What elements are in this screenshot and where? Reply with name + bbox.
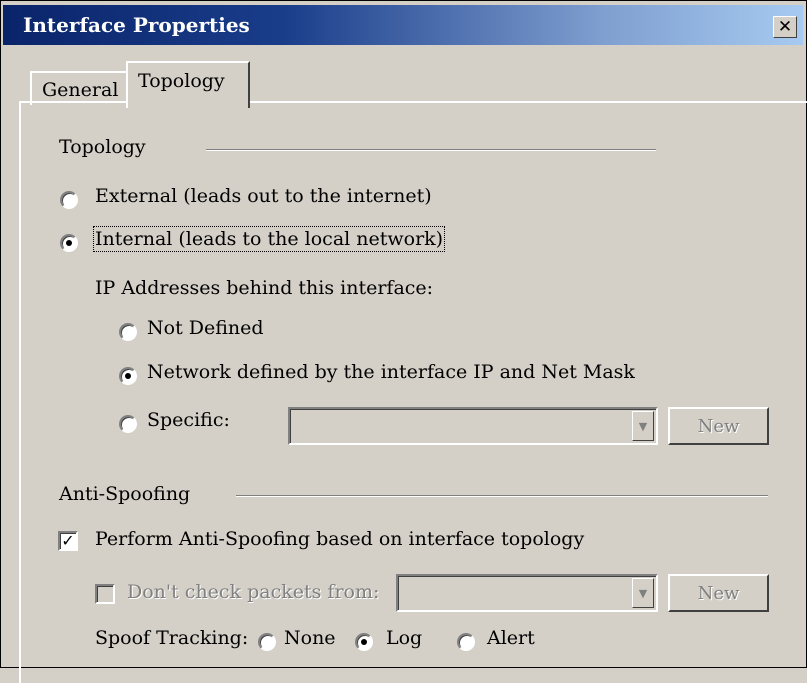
chevron-down-icon[interactable]: ▼: [632, 578, 654, 608]
tab-general-label: General: [42, 79, 119, 101]
tab-topology-label: Topology: [138, 70, 225, 92]
close-icon: ✕: [777, 16, 793, 37]
spoof-tracking-log-radio[interactable]: [355, 633, 373, 651]
not-defined-radio[interactable]: [119, 323, 137, 341]
internal-radio-label[interactable]: Internal (leads to the local network): [92, 226, 446, 252]
anti-spoofing-group-label: Anti-Spoofing: [59, 483, 191, 505]
topology-group-divider: [206, 149, 656, 151]
perform-anti-spoofing-checkbox[interactable]: ✓: [58, 531, 78, 551]
internal-radio[interactable]: [60, 234, 78, 252]
spoof-tracking-alert-radio[interactable]: [457, 633, 475, 651]
title-bar[interactable]: Interface Properties ✕: [3, 5, 803, 45]
spoof-tracking-label: Spoof Tracking:: [95, 627, 249, 649]
specific-radio-label[interactable]: Specific:: [147, 409, 230, 431]
close-button[interactable]: ✕: [773, 16, 797, 38]
external-radio[interactable]: [60, 191, 78, 209]
specific-radio[interactable]: [119, 415, 137, 433]
interface-properties-dialog: Interface Properties ✕ General Topology …: [0, 0, 807, 683]
spoof-tracking-log-label[interactable]: Log: [386, 627, 422, 649]
checkmark-icon: ✓: [61, 531, 75, 550]
spoof-tracking-none-label[interactable]: None: [284, 627, 336, 649]
network-defined-radio[interactable]: [119, 367, 137, 385]
network-defined-radio-label[interactable]: Network defined by the interface IP and …: [147, 361, 635, 383]
perform-anti-spoofing-label[interactable]: Perform Anti-Spoofing based on interface…: [95, 528, 584, 550]
dont-check-packets-label[interactable]: Don't check packets from:: [127, 581, 379, 603]
specific-network-dropdown[interactable]: ▼: [288, 407, 658, 445]
spoof-tracking-none-radio[interactable]: [258, 633, 276, 651]
topology-group-label: Topology: [59, 136, 146, 158]
external-radio-label[interactable]: External (leads out to the internet): [95, 185, 432, 207]
not-defined-radio-label[interactable]: Not Defined: [147, 317, 264, 339]
dont-check-packets-checkbox[interactable]: [95, 584, 115, 604]
anti-spoofing-group-divider: [236, 495, 768, 497]
dont-check-new-button[interactable]: New: [668, 574, 769, 612]
chevron-down-icon[interactable]: ▼: [632, 411, 654, 441]
ip-addresses-label: IP Addresses behind this interface:: [95, 277, 434, 299]
dont-check-packets-dropdown[interactable]: ▼: [396, 574, 658, 612]
spoof-tracking-alert-label[interactable]: Alert: [487, 627, 535, 649]
window-title: Interface Properties: [23, 13, 250, 37]
specific-new-button[interactable]: New: [668, 407, 769, 445]
tab-general[interactable]: General: [30, 71, 130, 105]
tab-topology[interactable]: Topology: [126, 61, 250, 108]
